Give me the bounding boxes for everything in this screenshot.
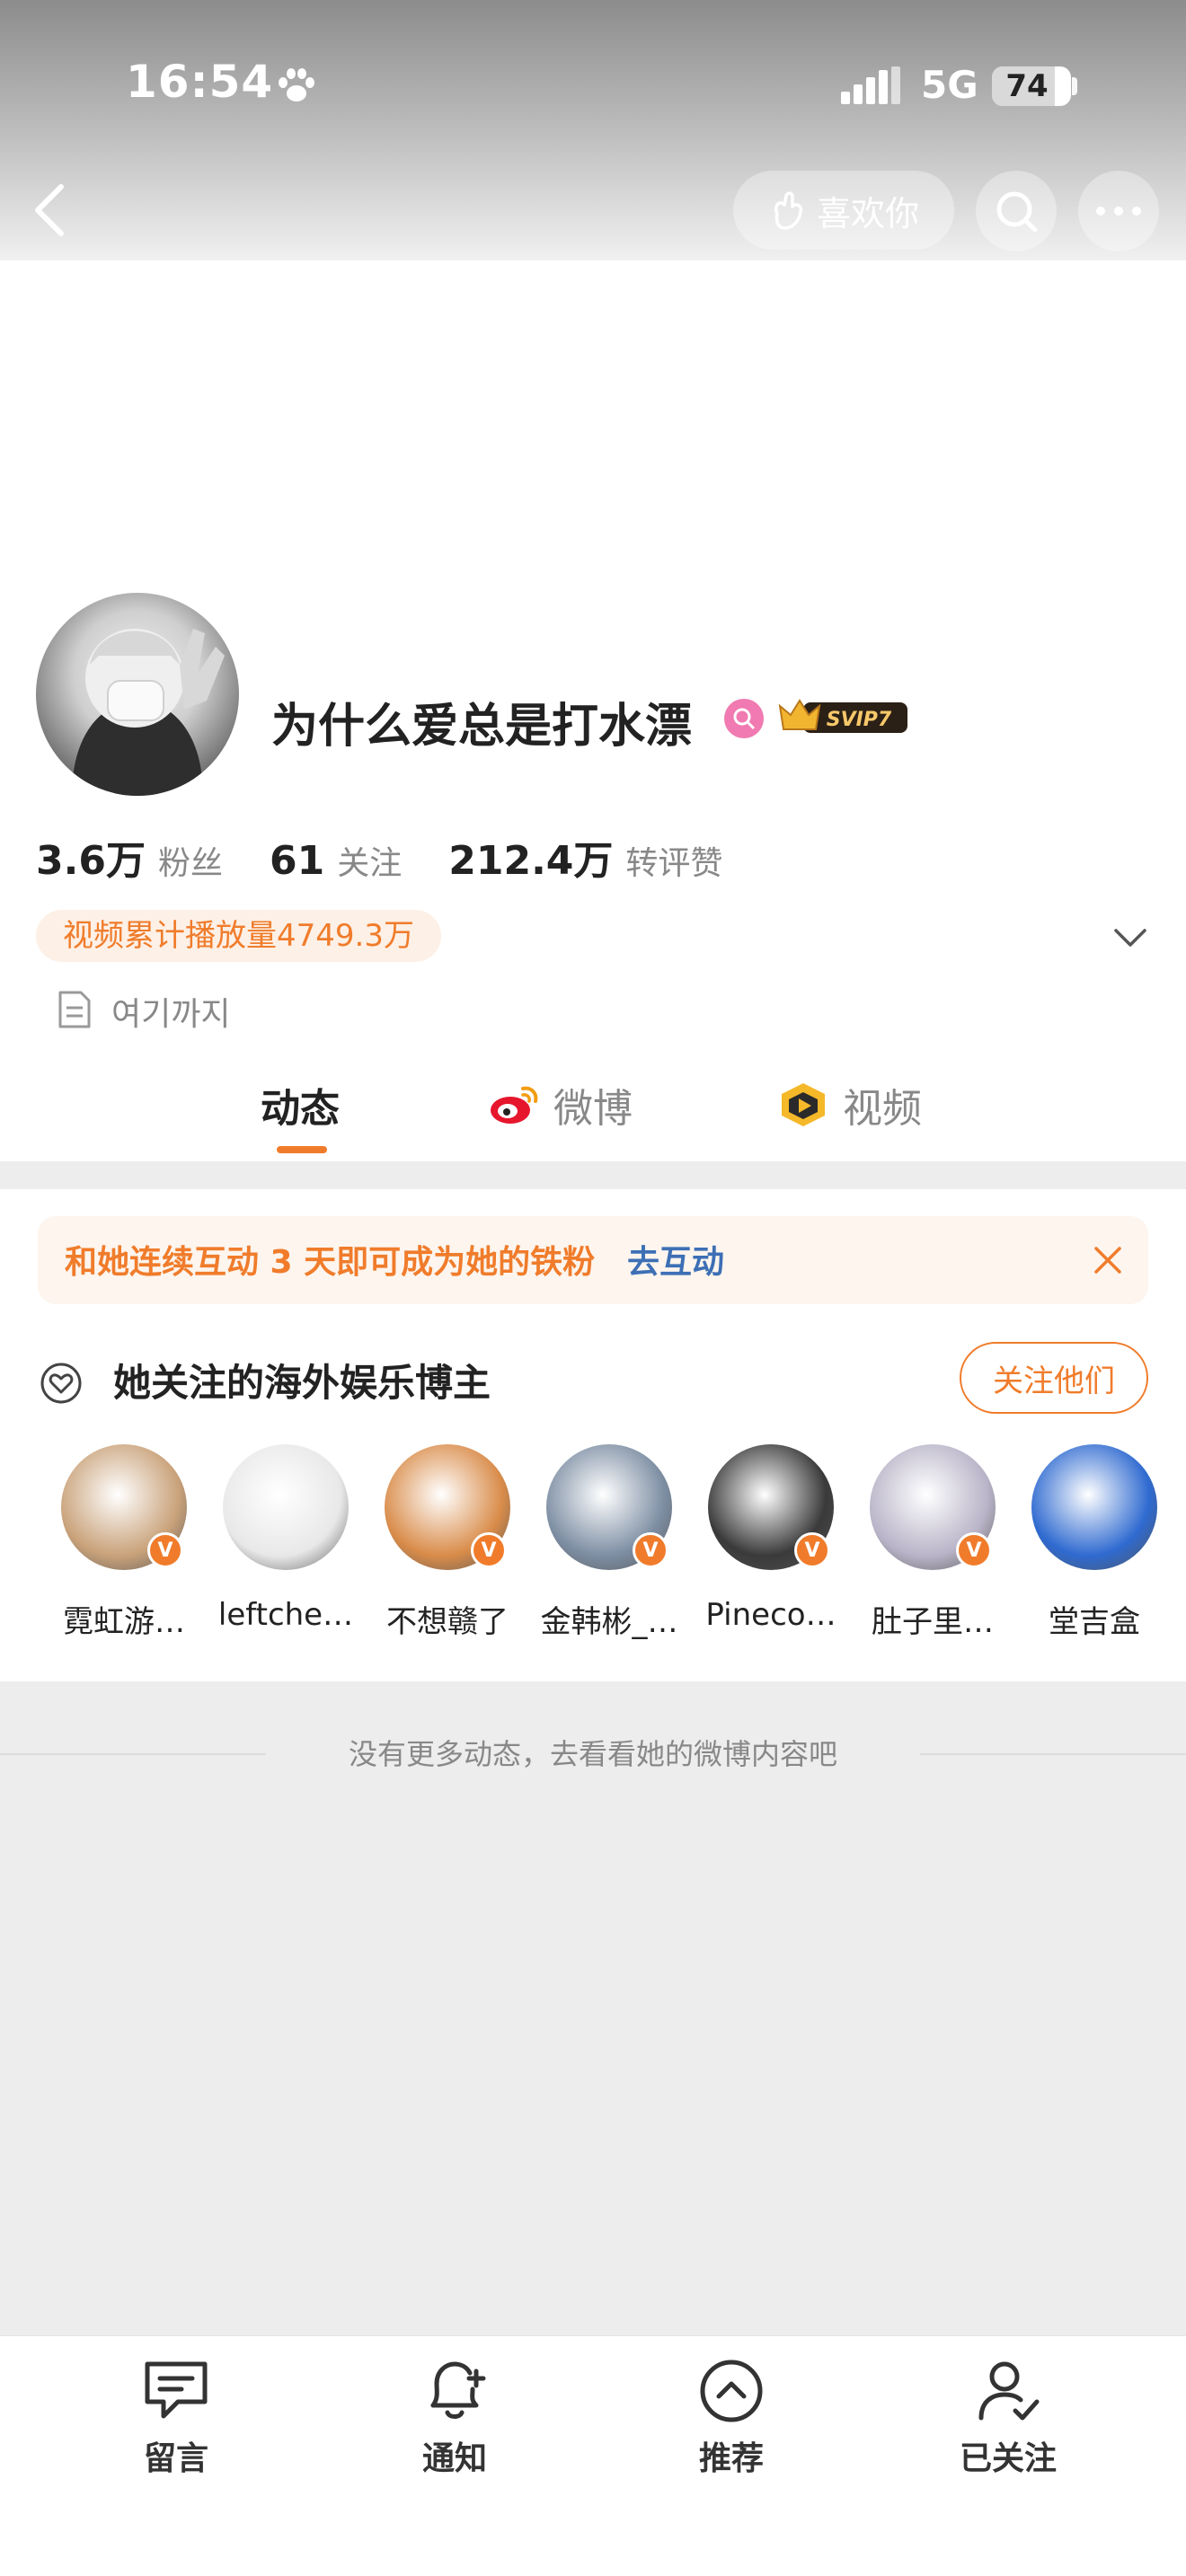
recommend-name[interactable]: 肚子里… <box>852 1597 1013 1641</box>
hand-heart-icon <box>774 191 803 230</box>
tab-weibo[interactable]: 微博 <box>487 1076 633 1134</box>
notice-link[interactable]: 去互动 <box>627 1236 724 1283</box>
battery-level: 74 <box>1005 68 1049 104</box>
verified-badge-icon: V <box>794 1532 830 1568</box>
interactions-count: 212.4万 <box>448 838 614 884</box>
video-icon <box>782 1083 825 1126</box>
like-you-label: 喜欢你 <box>816 193 919 234</box>
notify-button[interactable]: 通知 <box>365 2357 544 2479</box>
heart-circle-icon <box>40 1363 82 1404</box>
recommend-button[interactable]: 推荐 <box>642 2357 821 2479</box>
up-circle-icon <box>700 2360 763 2422</box>
tab-weibo-label: 微博 <box>553 1086 633 1132</box>
bell-plus-icon <box>430 2361 486 2419</box>
signal-icon <box>841 66 900 104</box>
svg-text:SVIP7: SVIP7 <box>827 709 892 731</box>
recommend-avatar[interactable] <box>223 1444 349 1570</box>
followers-label[interactable]: 粉丝 <box>158 837 223 884</box>
like-you-button[interactable]: 喜欢你 <box>733 171 954 250</box>
followers-count[interactable]: 3.6万 <box>36 828 146 886</box>
close-icon[interactable] <box>1091 1243 1125 1277</box>
battery-icon: 74 <box>992 66 1071 106</box>
recommend-name[interactable]: Pineco… <box>690 1597 852 1633</box>
search-button[interactable] <box>976 171 1057 251</box>
svip-badge[interactable]: SVIP7 <box>776 693 909 740</box>
back-icon[interactable] <box>25 180 79 241</box>
recommend-name[interactable]: 不想赣了 <box>367 1597 528 1641</box>
interactions-label: 转评赞 <box>625 845 723 882</box>
message-label: 留言 <box>143 2440 208 2477</box>
notice-text: 和她连续互动 3 天即可成为她的铁粉 <box>65 1244 596 1281</box>
search-icon <box>996 191 1038 233</box>
verified-badge-icon: V <box>633 1532 668 1568</box>
more-icon <box>1096 207 1141 216</box>
tab-video-label: 视频 <box>843 1086 922 1132</box>
recommend-name[interactable]: 堂吉盒 <box>1013 1597 1175 1641</box>
recommend-label: 推荐 <box>698 2440 764 2477</box>
profile-bio: 여기까지 <box>111 996 231 1033</box>
username: 为什么爱总是打水漂 <box>271 700 693 754</box>
recommend-name[interactable]: 霓虹游… <box>43 1597 205 1641</box>
recommend-name[interactable]: leftche… <box>205 1597 367 1633</box>
message-icon <box>145 2361 208 2419</box>
notify-label: 通知 <box>421 2440 487 2477</box>
following-label[interactable]: 关注 <box>337 837 402 884</box>
network-type: 5G <box>921 63 978 107</box>
gender-badge-icon <box>724 699 764 738</box>
more-button[interactable] <box>1078 171 1159 251</box>
tab-dynamics[interactable]: 动态 <box>261 1076 340 1134</box>
recommend-name[interactable]: 金韩彬_… <box>528 1597 690 1641</box>
verified-badge-icon: V <box>956 1532 992 1568</box>
recommend-title: 她关注的海外娱乐博主 <box>113 1361 491 1405</box>
video-plays-badge[interactable]: 视频累计播放量4749.3万 <box>36 910 441 962</box>
profile-avatar[interactable] <box>36 593 239 796</box>
battery-cap <box>1072 77 1077 95</box>
following-count[interactable]: 61 <box>270 838 324 884</box>
user-check-icon <box>978 2361 1040 2421</box>
follow-them-button[interactable]: 关注他们 <box>960 1342 1148 1414</box>
verified-badge-icon: V <box>471 1532 507 1568</box>
tab-video[interactable]: 视频 <box>776 1076 922 1134</box>
verified-badge-icon: V <box>147 1532 183 1568</box>
profile-stats: 3.6万 粉丝 61 关注 212.4万 转评赞 <box>36 828 722 886</box>
feed-end-text: 没有更多动态，去看看她的微博内容吧 <box>348 1737 837 1771</box>
status-time: 16:54 <box>126 56 274 108</box>
recommend-avatar[interactable] <box>1031 1444 1157 1570</box>
document-icon <box>58 991 91 1028</box>
followed-label: 已关注 <box>959 2440 1057 2477</box>
chevron-down-icon[interactable] <box>1112 922 1148 952</box>
paw-icon <box>279 68 314 101</box>
tab-indicator <box>277 1146 327 1153</box>
message-button[interactable]: 留言 <box>86 2357 266 2479</box>
followed-button[interactable]: 已关注 <box>918 2357 1098 2479</box>
weibo-icon <box>491 1086 538 1124</box>
tab-dynamics-label: 动态 <box>261 1086 340 1132</box>
